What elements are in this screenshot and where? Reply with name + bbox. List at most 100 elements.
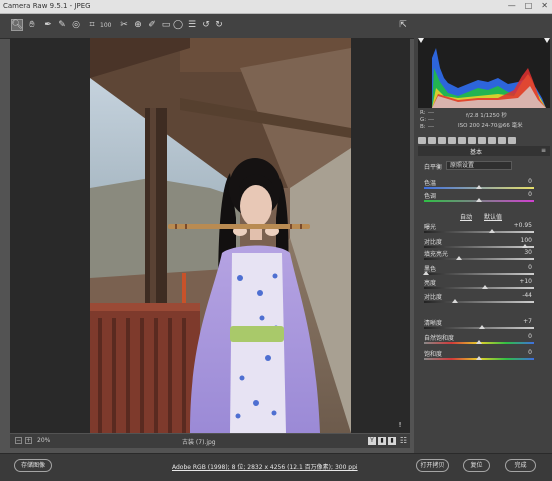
graduated-filter-icon[interactable]: ▭ bbox=[160, 19, 172, 31]
slider-track[interactable] bbox=[424, 231, 534, 233]
maximize-icon[interactable]: □ bbox=[525, 2, 533, 10]
g-value: --- bbox=[428, 117, 434, 123]
photo-illustration bbox=[90, 38, 351, 433]
slider-track[interactable] bbox=[424, 273, 534, 275]
slider-row: 清晰度 +7 bbox=[418, 318, 550, 333]
tab-basic-icon[interactable] bbox=[418, 136, 426, 144]
slider-value-input[interactable]: +10 bbox=[519, 278, 532, 285]
slider-value-input[interactable]: 100 bbox=[521, 237, 532, 244]
bottom-bar: 存储图像 Adobe RGB (1998); 8 位; 2832 x 4256 … bbox=[0, 453, 552, 481]
slider-value-input[interactable]: +0.95 bbox=[514, 222, 532, 229]
color-sampler-icon[interactable]: ✎ bbox=[56, 19, 68, 31]
slider-row: 亮度 +10 bbox=[418, 278, 550, 293]
slider-row: 自然饱和度 0 bbox=[418, 333, 550, 348]
slider-thumb[interactable] bbox=[479, 325, 486, 329]
panel-tabs bbox=[418, 135, 550, 145]
done-button[interactable]: 完成 bbox=[505, 459, 536, 472]
r-value: --- bbox=[428, 110, 434, 116]
zoom-level-select[interactable]: 20% bbox=[37, 437, 50, 444]
image-canvas[interactable]: ! bbox=[10, 38, 410, 433]
exposure-info: f/2.8 1/1250 秒 bbox=[466, 113, 507, 119]
slider-thumb[interactable] bbox=[489, 229, 496, 233]
slider-thumb[interactable] bbox=[481, 285, 488, 289]
open-copy-button[interactable]: 打开拷贝 bbox=[416, 459, 449, 472]
swap-settings-button[interactable]: ▮ bbox=[388, 437, 396, 445]
slider-track[interactable] bbox=[424, 246, 534, 248]
tab-split-toning-icon[interactable] bbox=[458, 136, 466, 144]
slider-label: 自然饱和度 bbox=[424, 335, 455, 342]
tab-snapshots-icon[interactable] bbox=[508, 136, 516, 144]
zoom-out-button[interactable]: − bbox=[15, 437, 22, 444]
file-name: 古装 (7).jpg bbox=[182, 439, 216, 446]
slider-value-input[interactable]: 30 bbox=[524, 249, 532, 256]
tab-hsl-icon[interactable] bbox=[448, 136, 456, 144]
slider-thumb[interactable] bbox=[476, 198, 482, 202]
image-info: R: --- G: --- B: --- f/2.8 1/1250 秒 ISO … bbox=[418, 110, 550, 134]
settings-sliders-icon[interactable]: ☷ bbox=[399, 435, 408, 446]
photo-preview bbox=[90, 38, 351, 433]
slider-value-input[interactable]: 0 bbox=[528, 264, 532, 271]
b-label: B: bbox=[420, 124, 426, 130]
slider-label: 色调 bbox=[424, 193, 437, 200]
white-balance-select[interactable]: 原照设置 bbox=[446, 161, 512, 170]
tab-tone-curve-icon[interactable] bbox=[428, 136, 436, 144]
slider-value-input[interactable]: +7 bbox=[523, 318, 532, 325]
slider-track[interactable] bbox=[424, 258, 534, 260]
red-eye-icon[interactable]: ⊕ bbox=[132, 19, 144, 31]
white-balance-row: 白平衡 原照设置 bbox=[418, 161, 550, 171]
slider-value-input[interactable]: 0 bbox=[528, 349, 532, 356]
zoom-tool-icon[interactable]: 🔍︎ bbox=[11, 19, 23, 31]
radial-filter-icon[interactable]: ◯ bbox=[172, 19, 184, 31]
zoom-in-button[interactable]: + bbox=[25, 437, 32, 444]
adjustment-panel: R: --- G: --- B: --- f/2.8 1/1250 秒 ISO … bbox=[414, 38, 552, 453]
toggle-view-button[interactable]: ▮ bbox=[378, 437, 386, 445]
r-label: R: bbox=[420, 110, 426, 116]
minimize-icon[interactable]: — bbox=[508, 2, 516, 10]
slider-track[interactable] bbox=[424, 287, 534, 289]
slider-label: 填充亮光 bbox=[424, 251, 449, 258]
slider-thumb[interactable] bbox=[476, 356, 482, 360]
spot-removal-icon[interactable]: ✂ bbox=[118, 19, 130, 31]
slider-thumb[interactable] bbox=[476, 185, 482, 189]
tab-camera-calibration-icon[interactable] bbox=[488, 136, 496, 144]
preferences-icon[interactable]: ☰ bbox=[186, 19, 198, 31]
slider-thumb[interactable] bbox=[456, 256, 463, 260]
slider-track[interactable] bbox=[424, 301, 534, 303]
slider-thumb[interactable] bbox=[423, 271, 430, 275]
panel-menu-icon[interactable]: ≡ bbox=[541, 147, 546, 154]
reset-button[interactable]: 复位 bbox=[463, 459, 490, 472]
tab-presets-icon[interactable] bbox=[498, 136, 506, 144]
workflow-options-link[interactable]: Adobe RGB (1998); 8 位; 2832 x 4256 (12.1… bbox=[172, 462, 358, 471]
slider-label: 亮度 bbox=[424, 280, 437, 287]
histogram bbox=[418, 38, 550, 108]
save-image-button[interactable]: 存储图像 bbox=[14, 459, 52, 472]
hand-tool-icon[interactable]: ✋︎ bbox=[26, 19, 38, 31]
slider-label: 饱和度 bbox=[424, 351, 443, 358]
before-after-y-button[interactable]: Y bbox=[368, 437, 376, 445]
auto-default-links: 自动 默认值 bbox=[418, 212, 550, 222]
slider-label: 清晰度 bbox=[424, 320, 443, 327]
adjustment-brush-icon[interactable]: ✐ bbox=[146, 19, 158, 31]
slider-value-input[interactable]: 0 bbox=[528, 191, 532, 198]
tab-detail-icon[interactable] bbox=[438, 136, 446, 144]
slider-value-input[interactable]: 0 bbox=[528, 333, 532, 340]
crop-tool-icon[interactable]: ⌗ bbox=[86, 19, 98, 31]
rotate-right-icon[interactable]: ↻ bbox=[213, 19, 225, 31]
slider-value-input[interactable]: -44 bbox=[522, 292, 532, 299]
targeted-adjust-icon[interactable]: ◎ bbox=[70, 19, 82, 31]
rotate-left-icon[interactable]: ↺ bbox=[200, 19, 212, 31]
slider-thumb[interactable] bbox=[476, 340, 482, 344]
close-icon[interactable]: ✕ bbox=[541, 2, 548, 10]
slider-thumb[interactable] bbox=[522, 244, 529, 248]
tab-lens-icon[interactable] bbox=[468, 136, 476, 144]
fullscreen-icon[interactable]: ⇱ bbox=[397, 19, 409, 31]
slider-thumb[interactable] bbox=[451, 299, 458, 303]
zoom-percent-label[interactable]: 100 bbox=[100, 19, 111, 31]
default-link[interactable]: 默认值 bbox=[484, 212, 502, 221]
slider-value-input[interactable]: 0 bbox=[528, 178, 532, 185]
auto-link[interactable]: 自动 bbox=[460, 212, 472, 221]
slider-label: 色温 bbox=[424, 180, 437, 187]
tab-effects-icon[interactable] bbox=[478, 136, 486, 144]
white-balance-tool-icon[interactable]: ✒ bbox=[42, 19, 54, 31]
b-value: --- bbox=[428, 124, 434, 130]
